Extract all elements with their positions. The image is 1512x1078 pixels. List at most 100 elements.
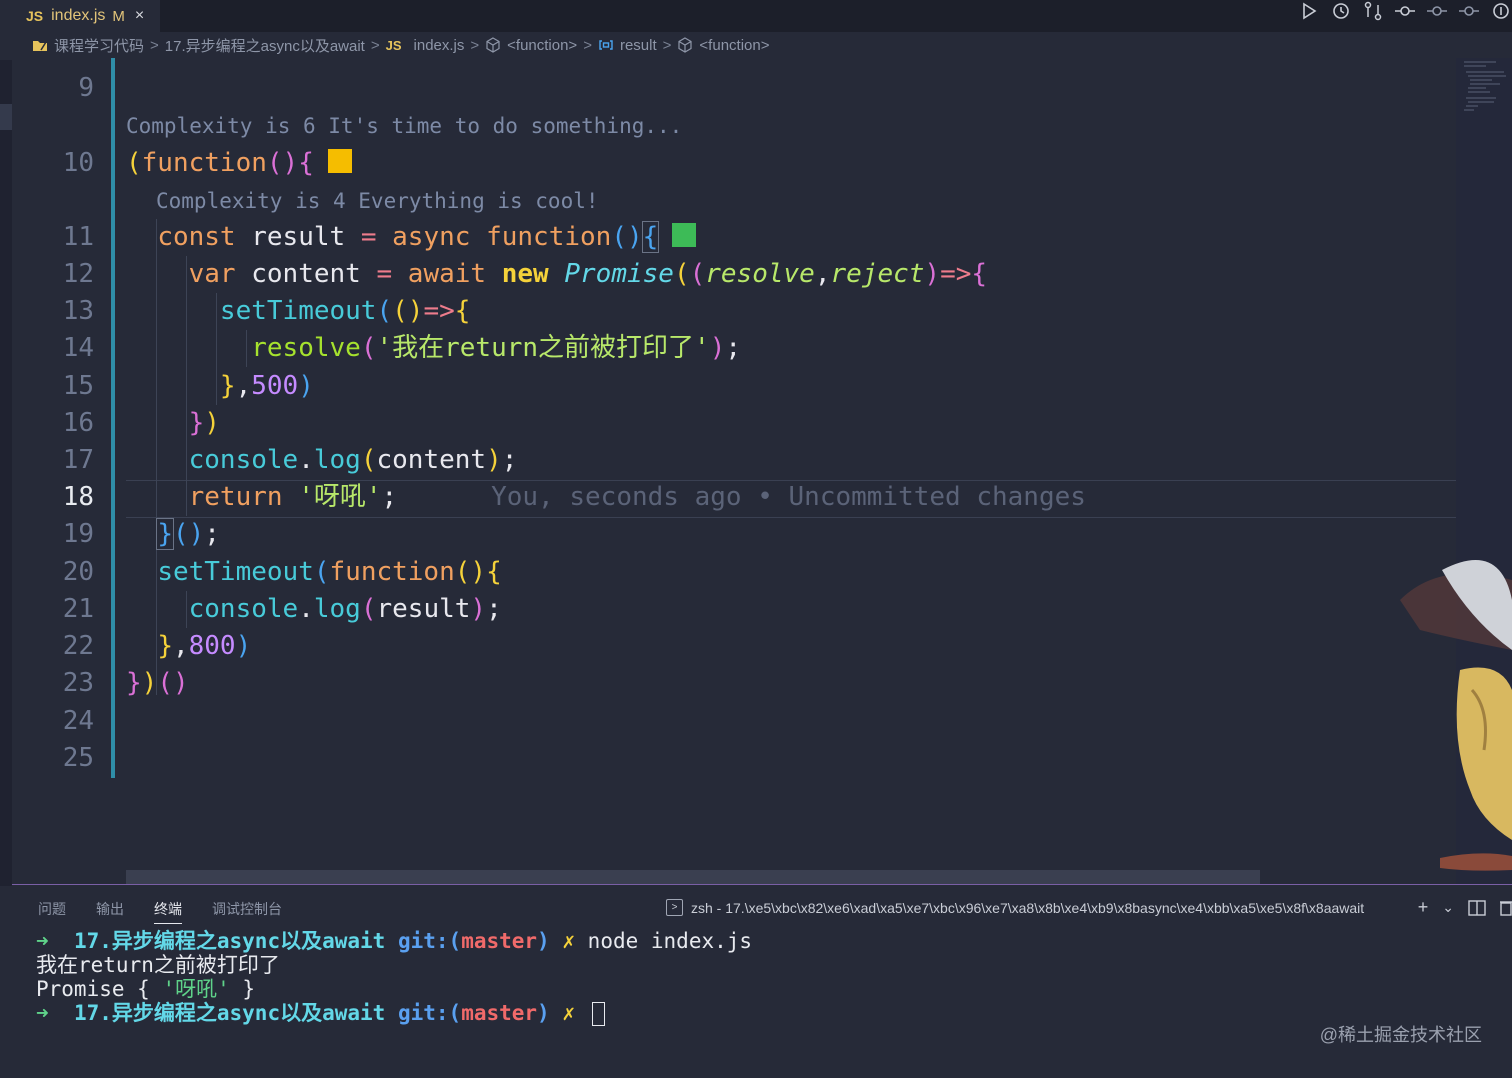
background-illustration [1400, 560, 1512, 871]
token: = [376, 259, 393, 289]
token: ) [709, 333, 726, 363]
token: ) [204, 408, 220, 438]
bottom-panel: 问题 输出 终端 调试控制台 > zsh - 17.\xe5\xbc\x82\x… [12, 884, 1512, 1078]
breadcrumb-separator: > [370, 36, 380, 54]
terminal-line: ➜ 17.异步编程之async以及await git:(master) ✗ no… [36, 929, 752, 953]
prompt-git: ) [537, 929, 550, 953]
line-number: 22 [62, 631, 94, 661]
breadcrumb-symbol-function[interactable]: <function> [485, 37, 577, 54]
breadcrumb-symbol-label: <function> [699, 36, 770, 54]
token: , [172, 631, 189, 661]
token: ( [360, 445, 377, 475]
line-number: 11 [62, 222, 94, 252]
chevron-down-icon[interactable]: ⌄ [1442, 899, 1454, 916]
token: result [251, 222, 346, 252]
breadcrumb-folder-label: 课程学习代码 [54, 37, 145, 55]
token: ) [470, 594, 487, 624]
horizontal-scrollbar[interactable] [126, 870, 1260, 884]
code-line-22: },800) [126, 628, 251, 665]
token: => [423, 296, 455, 326]
next-change-icon[interactable] [1458, 1, 1480, 21]
token: result [376, 594, 471, 624]
previous-change-icon[interactable] [1426, 1, 1448, 21]
trash-icon[interactable] [1500, 900, 1512, 916]
compare-changes-icon[interactable] [1362, 1, 1384, 21]
tab-label: index.js [51, 7, 106, 24]
token: ; [486, 594, 502, 624]
token: '呀吼' [298, 482, 382, 512]
tab-output[interactable]: 输出 [96, 899, 124, 924]
token: content [251, 259, 361, 289]
token: resolve [251, 333, 361, 363]
prompt-arrow: ➜ [36, 1001, 49, 1025]
token: new [501, 259, 549, 289]
git-commit-icon[interactable] [1394, 1, 1416, 21]
token: => [940, 259, 972, 289]
breadcrumb-symbol-label: <function> [507, 36, 578, 54]
tab-debug-console[interactable]: 调试控制台 [212, 899, 282, 924]
tab-index-js[interactable]: JS index.js M × [0, 0, 160, 32]
token: ( [673, 259, 690, 289]
line-number: 17 [62, 445, 94, 475]
tab-terminal[interactable]: 终端 [154, 899, 182, 924]
token: . [298, 445, 314, 475]
breadcrumb-symbol-result[interactable]: result [598, 37, 657, 54]
code-line-21: console.log(result); [126, 591, 502, 628]
code-editor[interactable]: 9 10 11 12 13 14 15 16 17 18 19 20 21 22… [12, 58, 1456, 884]
token: ) [141, 668, 158, 698]
prompt-dir: 17.异步编程之async以及await [73, 929, 386, 953]
timeline-icon[interactable] [1490, 1, 1512, 21]
breadcrumb-subfolder[interactable]: 17.异步编程之async以及await [165, 35, 365, 56]
tab-problems[interactable]: 问题 [38, 899, 66, 924]
breadcrumb-symbol-function[interactable]: <function> [677, 37, 769, 54]
breadcrumb-folder[interactable]: 课程学习代码 [32, 35, 144, 56]
token: , [814, 259, 831, 289]
terminal-output-string: '呀吼' [162, 977, 230, 1001]
terminal-selector[interactable]: > zsh - 17.\xe5\xbc\x82\xe6\xad\xa5\xe7\… [666, 899, 1364, 916]
code-line-23: })() [126, 665, 189, 702]
prompt-git: ) [537, 1001, 550, 1025]
line-number: 10 [62, 148, 94, 178]
token: var [188, 259, 236, 289]
code-line-12: var content = await new Promise((resolve… [126, 256, 987, 293]
token: ) [924, 259, 941, 289]
terminal-output-text: 我在return之前被打印了 [36, 953, 280, 977]
breadcrumb-file[interactable]: JS index.js [386, 37, 465, 54]
line-number: 15 [62, 371, 94, 401]
token: resolve [705, 259, 815, 289]
code-line-13: setTimeout(()=>{ [126, 293, 470, 330]
terminal-line: Promise { '呀吼' } [36, 977, 752, 1001]
breadcrumb: 课程学习代码 > 17.异步编程之async以及await > JS index… [32, 34, 769, 56]
code-line-18: return '呀吼'; You, seconds ago • Uncommit… [126, 479, 1086, 516]
modified-indicator: M [112, 7, 125, 25]
token: await [407, 259, 487, 289]
token: { [641, 221, 660, 253]
panel-actions: + ⌄ [1418, 897, 1512, 918]
token: setTimeout [157, 557, 314, 587]
token: ( [313, 557, 330, 587]
prompt-branch: master [461, 929, 538, 953]
code-line-20: setTimeout(function(){ [126, 554, 501, 591]
close-icon[interactable]: × [135, 7, 144, 25]
token: ; [501, 445, 518, 475]
token: console [188, 445, 299, 475]
git-modified-gutter [111, 58, 115, 778]
token: ) [486, 445, 502, 475]
token: log [313, 594, 361, 624]
code-line-19: }(); [126, 516, 220, 553]
token: () [454, 557, 487, 587]
token: ) [235, 631, 252, 661]
terminal-output[interactable]: ➜ 17.异步编程之async以及await git:(master) ✗ no… [36, 929, 752, 1026]
prompt-git: git:( [397, 1001, 462, 1025]
complexity-codelens[interactable]: Complexity is 6 It's time to do somethin… [126, 109, 682, 143]
token: reject [830, 259, 925, 289]
complexity-codelens[interactable]: Complexity is 4 Everything is cool! [156, 184, 599, 218]
breadcrumb-separator: > [150, 36, 159, 54]
terminal-output-text: Promise { [36, 977, 163, 1001]
code-line-14: resolve('我在return之前被打印了'); [126, 330, 741, 367]
folder-icon [33, 41, 47, 51]
history-icon[interactable] [1330, 1, 1352, 21]
run-icon[interactable] [1298, 1, 1320, 21]
add-terminal-icon[interactable]: + [1418, 897, 1429, 918]
split-terminal-icon[interactable] [1468, 899, 1486, 916]
